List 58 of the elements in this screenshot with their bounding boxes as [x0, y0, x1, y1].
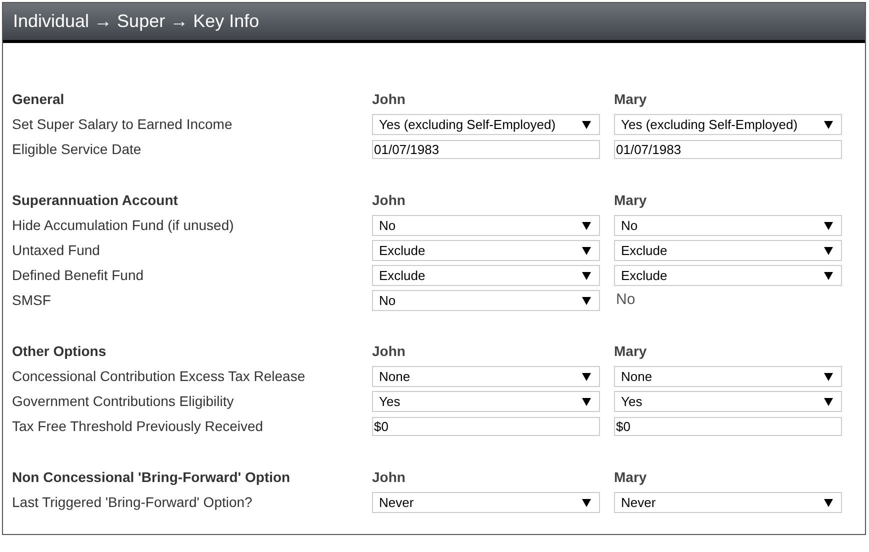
caret-icon: [824, 372, 833, 380]
column-heading: Mary: [614, 192, 647, 208]
dropdown[interactable]: Yes (excluding Self-Employed): [372, 114, 600, 135]
section-heading: General: [12, 90, 66, 109]
input-field[interactable]: $0: [614, 417, 842, 436]
column-heading: Mary: [614, 342, 647, 358]
field-label: Eligible Service Date: [12, 140, 142, 159]
caret-icon: [824, 222, 833, 230]
dropdown[interactable]: Yes (excluding Self-Employed): [614, 114, 842, 135]
caret-icon: [824, 398, 833, 406]
caret-icon: [582, 222, 591, 230]
dropdown[interactable]: Never: [614, 492, 842, 513]
caret-icon: [582, 246, 591, 254]
field-label: Government Contributions Eligibility: [12, 392, 235, 411]
caret-icon: [582, 272, 591, 280]
field-label: SMSF: [12, 291, 52, 310]
column-heading: John: [372, 468, 406, 484]
dropdown[interactable]: Yes: [372, 391, 600, 412]
column-heading: John: [372, 90, 406, 106]
field-label: Last Triggered 'Bring-Forward' Option?: [12, 493, 254, 512]
input-field[interactable]: 01/07/1983: [372, 140, 600, 159]
dropdown[interactable]: No: [372, 290, 600, 311]
caret-icon: [582, 372, 591, 380]
column-heading: John: [372, 192, 406, 208]
value-text: No: [615, 290, 636, 310]
caret-icon: [582, 120, 591, 128]
column-heading: John: [372, 342, 406, 358]
section-heading: Other Options: [12, 342, 108, 361]
caret-icon: [824, 498, 833, 506]
input-field[interactable]: 01/07/1983: [614, 140, 842, 159]
page-title: Individual → Super → Key Info: [13, 10, 260, 33]
dropdown[interactable]: Exclude: [372, 240, 600, 261]
column-heading: Mary: [614, 90, 647, 106]
dropdown[interactable]: No: [614, 215, 842, 236]
caret-icon: [824, 246, 833, 254]
field-label: Untaxed Fund: [12, 241, 101, 260]
dropdown[interactable]: No: [372, 215, 600, 236]
section-heading: Non Concessional 'Bring-Forward' Option: [12, 468, 292, 487]
field-label: Defined Benefit Fund: [12, 266, 145, 285]
field-label: Tax Free Threshold Previously Received: [12, 417, 264, 436]
field-label: Concessional Contribution Excess Tax Release: [12, 367, 306, 386]
caret-icon: [824, 272, 833, 280]
input-field[interactable]: $0: [372, 417, 600, 436]
dropdown[interactable]: Never: [372, 492, 600, 513]
dropdown[interactable]: Exclude: [614, 240, 842, 261]
dropdown[interactable]: Exclude: [614, 265, 842, 286]
caret-icon: [824, 120, 833, 128]
caret-icon: [582, 498, 591, 506]
dropdown[interactable]: None: [372, 366, 600, 387]
field-label: Set Super Salary to Earned Income: [12, 115, 234, 134]
dropdown[interactable]: Exclude: [372, 265, 600, 286]
column-heading: Mary: [614, 468, 647, 484]
dropdown[interactable]: Yes: [614, 391, 842, 412]
section-heading: Superannuation Account: [12, 191, 179, 210]
field-label: Hide Accumulation Fund (if unused): [12, 216, 235, 235]
caret-icon: [582, 398, 591, 406]
dropdown[interactable]: None: [614, 366, 842, 387]
caret-icon: [582, 296, 591, 304]
